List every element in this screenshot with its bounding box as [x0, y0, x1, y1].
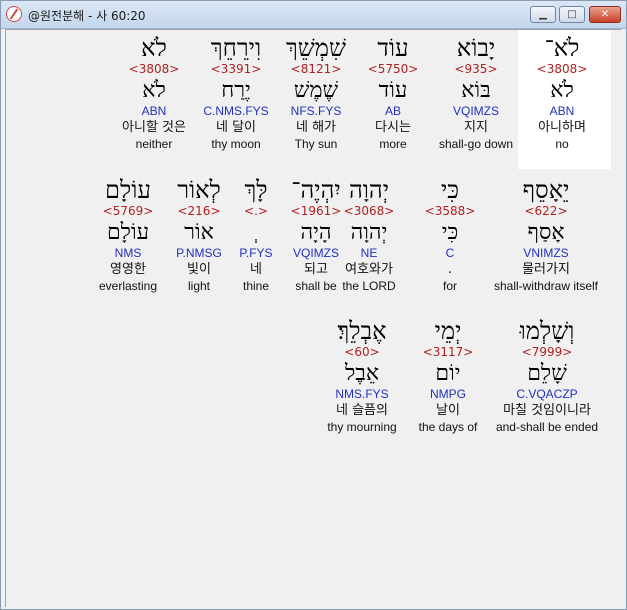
window-title: @원전분해 - 사 60:20 — [28, 9, 146, 23]
title-bar[interactable]: @원전분해 - 사 60:20 ▁ □ ✕ — [1, 1, 626, 29]
strong-number-link[interactable]: <3808> — [94, 62, 214, 76]
strong-number-link[interactable]: <60> — [302, 345, 422, 359]
app-window: @원전분해 - 사 60:20 ▁ □ ✕ לֹא־ <3808> לֹא ABN 아니… — [0, 0, 627, 610]
lexical-form: עוֹלָם — [106, 220, 150, 245]
interlinear-panel[interactable]: לֹא־ <3808> לֹא ABN 아니하며 no יָבוֹא <935> בּוֹא VQ… — [5, 29, 621, 607]
maximize-icon: □ — [567, 9, 577, 20]
minimize-button[interactable]: ▁ — [530, 6, 556, 23]
minimize-icon: ▁ — [539, 9, 547, 20]
word-cell[interactable]: לֹא <3808> לֹא ABN 아니할 것은 neither — [94, 34, 214, 152]
lexical-form: לֹא — [142, 78, 166, 103]
morphology-code: NMS — [114, 246, 142, 260]
strong-number-link[interactable]: <5769> — [68, 204, 188, 218]
lexical-form: אֵבֶל — [344, 361, 380, 386]
app-icon[interactable] — [6, 6, 22, 22]
korean-gloss: 아니할 것은 — [122, 120, 186, 135]
korean-gloss: 영영한 — [110, 262, 146, 277]
english-gloss: thy mourning — [327, 420, 397, 434]
close-icon: ✕ — [600, 9, 610, 20]
close-button[interactable]: ✕ — [589, 6, 621, 23]
hebrew-word: עוֹלָם — [105, 176, 151, 204]
english-gloss: neither — [135, 137, 173, 151]
hebrew-word: לֹא — [141, 34, 167, 62]
maximize-button[interactable]: □ — [559, 6, 585, 23]
hebrew-word: אֶבְלֵךְ׃ — [337, 317, 387, 345]
english-gloss: everlasting — [98, 279, 158, 293]
korean-gloss: 네 슬픔의 — [336, 403, 388, 418]
word-cell[interactable]: אֶבְלֵךְ׃ <60> אֵבֶל NMS.FYS 네 슬픔의 thy mourni… — [302, 317, 422, 435]
word-cell[interactable]: עוֹלָם <5769> עוֹלָם NMS 영영한 everlasting — [68, 176, 188, 294]
morphology-code: ABN — [141, 104, 167, 118]
morphology-code: NMS.FYS — [335, 387, 389, 401]
